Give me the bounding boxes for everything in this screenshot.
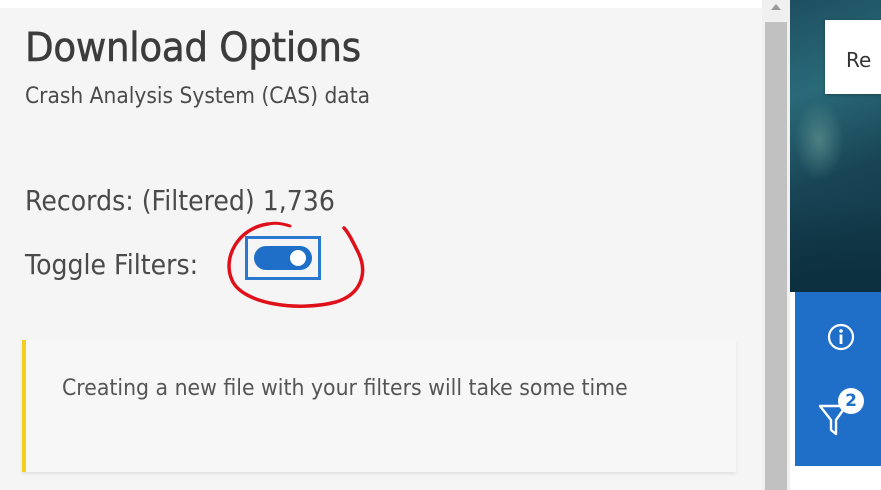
notice-text: Creating a new file with your filters wi… <box>62 376 628 401</box>
info-notice: Creating a new file with your filters wi… <box>22 340 736 472</box>
scrollbar-thumb[interactable] <box>765 22 787 490</box>
info-icon[interactable] <box>826 322 856 352</box>
scroll-up-arrow-icon[interactable] <box>771 4 781 10</box>
toggle-filters-label: Toggle Filters: <box>25 248 199 281</box>
scrollbar[interactable] <box>762 0 790 490</box>
download-options-panel: Download Options Crash Analysis System (… <box>0 8 762 490</box>
toggle-filters-switch[interactable] <box>245 236 321 280</box>
records-count: Records: (Filtered) 1,736 <box>25 184 335 217</box>
toggle-knob <box>290 250 306 266</box>
toggle-track[interactable] <box>254 246 312 270</box>
page-subtitle: Crash Analysis System (CAS) data <box>25 84 371 109</box>
toolbar-bottom-strip <box>795 466 881 490</box>
page-title: Download Options <box>25 25 362 72</box>
map-search-text: Re <box>846 48 872 72</box>
filter-count-badge: 2 <box>838 388 864 414</box>
map-search-box[interactable]: Re <box>825 20 881 94</box>
